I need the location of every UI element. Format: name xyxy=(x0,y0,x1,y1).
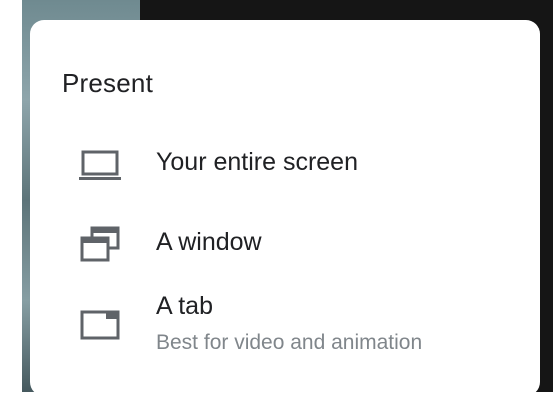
window-icon xyxy=(80,226,120,262)
option-window[interactable]: A window xyxy=(30,212,540,276)
background-edge xyxy=(0,0,22,401)
option-tab-label: A tab xyxy=(156,292,213,320)
tab-icon xyxy=(80,310,120,340)
option-tab[interactable]: A tab Best for video and animation xyxy=(30,290,540,354)
option-window-label: A window xyxy=(156,228,262,256)
menu-title: Present xyxy=(62,68,154,98)
option-tab-sublabel: Best for video and animation xyxy=(156,331,423,354)
option-entire-screen[interactable]: Your entire screen xyxy=(30,132,540,196)
option-entire-screen-label: Your entire screen xyxy=(156,148,358,176)
present-menu: Present Your entire screen A window A ta… xyxy=(30,20,540,396)
laptop-icon xyxy=(79,150,121,180)
